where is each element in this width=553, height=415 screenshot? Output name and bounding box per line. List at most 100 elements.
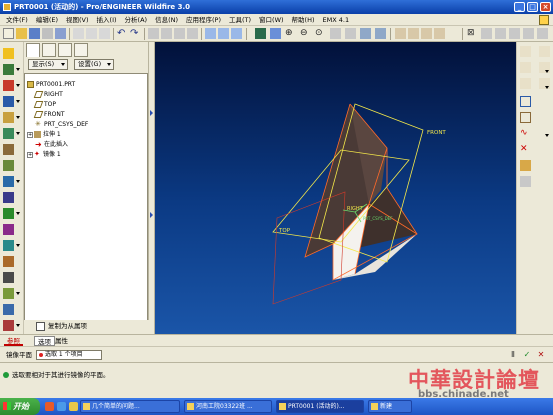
close-button[interactable]: ×	[540, 2, 551, 12]
annotation-icon[interactable]	[509, 28, 520, 39]
model-tree-tab[interactable]	[26, 43, 40, 57]
redo-icon[interactable]: ↷	[130, 28, 141, 39]
datum-points-icon[interactable]	[481, 28, 492, 39]
maximize-button[interactable]: □	[527, 2, 538, 12]
reorient-icon[interactable]	[330, 28, 341, 39]
new-file-icon[interactable]	[3, 28, 14, 39]
datum-axes-icon[interactable]	[434, 28, 445, 39]
open-folder-icon[interactable]	[16, 28, 27, 39]
spin-icon[interactable]	[523, 28, 534, 39]
favorites-tab[interactable]	[58, 43, 72, 57]
select-icon[interactable]	[174, 28, 185, 39]
datum-plane-icon[interactable]	[520, 46, 531, 57]
menu-tools[interactable]: 工具(T)	[225, 14, 255, 26]
find-icon[interactable]	[161, 28, 172, 39]
collapse-arrow-icon[interactable]	[150, 212, 153, 218]
copy-icon[interactable]	[86, 28, 97, 39]
rib-tool-icon[interactable]	[3, 224, 14, 235]
graphics-viewport[interactable]: FRONT TOP RIGHT PRT_CSYS_DEF	[155, 42, 516, 334]
task-button-active[interactable]: PRT0001 (活动的)...	[276, 400, 364, 413]
shading-icon[interactable]	[408, 28, 419, 39]
trim-icon[interactable]: ✕	[520, 144, 531, 155]
menu-applications[interactable]: 应用程序(P)	[182, 14, 225, 26]
regenerate-icon[interactable]	[148, 28, 159, 39]
tree-node-right[interactable]: RIGHT	[33, 90, 63, 99]
task-button[interactable]: 新建	[368, 400, 412, 413]
tree-node-top[interactable]: TOP	[33, 100, 56, 109]
cancel-x-icon[interactable]: ✕	[536, 350, 546, 360]
spline-icon[interactable]: ∿	[520, 128, 531, 139]
title-bar[interactable]: PRT0001 (活动的) - Pro/ENGINEER Wildfire 3.…	[0, 0, 553, 14]
mirror-plane-collector[interactable]: 选取 1 个项目	[36, 350, 102, 360]
saved-views-icon[interactable]	[270, 28, 281, 39]
orient-mode-icon[interactable]	[231, 28, 242, 39]
new-icon[interactable]	[3, 48, 14, 59]
datum-planes-icon[interactable]	[421, 28, 432, 39]
tab-references[interactable]: 参照	[4, 336, 23, 346]
quicklaunch-desktop-icon[interactable]	[57, 402, 66, 411]
task-button[interactable]: 河南工院03322班 ...	[184, 400, 272, 413]
pattern-tool-icon[interactable]	[3, 288, 14, 299]
no-hidden-icon[interactable]	[395, 28, 406, 39]
sketch-tool-icon[interactable]	[3, 112, 14, 123]
collapse-arrow-icon[interactable]	[150, 110, 153, 116]
tree-node-csys[interactable]: ✳ PRT_CSYS_DEF	[35, 120, 88, 129]
model-tree-icon[interactable]	[537, 28, 548, 39]
model-view[interactable]: FRONT TOP RIGHT PRT_CSYS_DEF	[155, 42, 516, 334]
tree-node-insert-here[interactable]: ➜ 在此插入	[35, 140, 68, 149]
datum-point-tool-icon[interactable]	[3, 96, 14, 107]
surface-icon[interactable]	[520, 112, 531, 123]
tree-node-front[interactable]: FRONT	[33, 110, 65, 119]
repaint-icon[interactable]	[205, 28, 216, 39]
zoom-out-icon[interactable]: ⊖	[300, 28, 311, 39]
datum-plane-tool-icon[interactable]	[3, 64, 14, 75]
menu-view[interactable]: 视图(V)	[62, 14, 93, 26]
revolve-tool-icon[interactable]	[3, 160, 14, 171]
quicklaunch-browser-icon[interactable]	[45, 402, 54, 411]
mirror-tool-icon[interactable]	[3, 304, 14, 315]
round-tool-icon[interactable]	[3, 256, 14, 267]
extrude-tool-icon[interactable]	[3, 144, 14, 155]
datum-axis-tool-icon[interactable]	[3, 80, 14, 91]
spin-center-icon[interactable]	[218, 28, 229, 39]
view-manager-icon[interactable]	[255, 28, 266, 39]
zoom-in-icon[interactable]: ⊕	[285, 28, 296, 39]
cut-icon[interactable]	[73, 28, 84, 39]
hidden-line-icon[interactable]	[375, 28, 386, 39]
pause-icon[interactable]: Ⅱ	[508, 350, 518, 360]
ok-check-icon[interactable]: ✓	[522, 350, 532, 360]
datum-axis-icon[interactable]	[539, 46, 550, 57]
offset-icon[interactable]	[520, 160, 531, 171]
csys-tool-icon[interactable]	[3, 128, 14, 139]
tree-node-extrude[interactable]: + 拉伸 1	[27, 130, 61, 139]
hole-tool-icon[interactable]	[3, 192, 14, 203]
menu-analysis[interactable]: 分析(A)	[121, 14, 152, 26]
settings-dropdown[interactable]: 设置(G)	[74, 59, 114, 70]
menu-info[interactable]: 信息(N)	[151, 14, 182, 26]
email-icon[interactable]	[55, 28, 66, 39]
show-dropdown[interactable]: 显示(S)	[28, 59, 68, 70]
cancel-selection-icon[interactable]: ⊠	[467, 28, 478, 39]
copy-dependent-checkbox[interactable]	[36, 322, 45, 331]
shell-tool-icon[interactable]	[3, 208, 14, 219]
task-button[interactable]: 几个简单的问题...	[80, 400, 180, 413]
folder-browser-tab[interactable]	[42, 43, 56, 57]
sketch-icon[interactable]	[520, 78, 531, 89]
menu-file[interactable]: 文件(F)	[2, 14, 32, 26]
start-button[interactable]: 开始	[0, 398, 40, 415]
menu-help[interactable]: 帮助(H)	[288, 14, 319, 26]
print-icon[interactable]	[42, 28, 53, 39]
panel-splitter[interactable]	[148, 42, 155, 334]
menu-insert[interactable]: 插入(I)	[93, 14, 121, 26]
thicken-icon[interactable]	[520, 176, 531, 187]
minimize-button[interactable]: _	[514, 2, 525, 12]
wireframe-icon[interactable]	[360, 28, 371, 39]
layer-icon[interactable]	[187, 28, 198, 39]
view-list-icon[interactable]	[345, 28, 356, 39]
tree-node-part[interactable]: PRT0001.PRT	[27, 80, 75, 89]
csys-toggle-icon[interactable]	[495, 28, 506, 39]
refit-icon[interactable]: ⊙	[315, 28, 326, 39]
tab-properties[interactable]: 属性	[52, 336, 71, 346]
connections-tab[interactable]	[74, 43, 88, 57]
save-icon[interactable]	[29, 28, 40, 39]
